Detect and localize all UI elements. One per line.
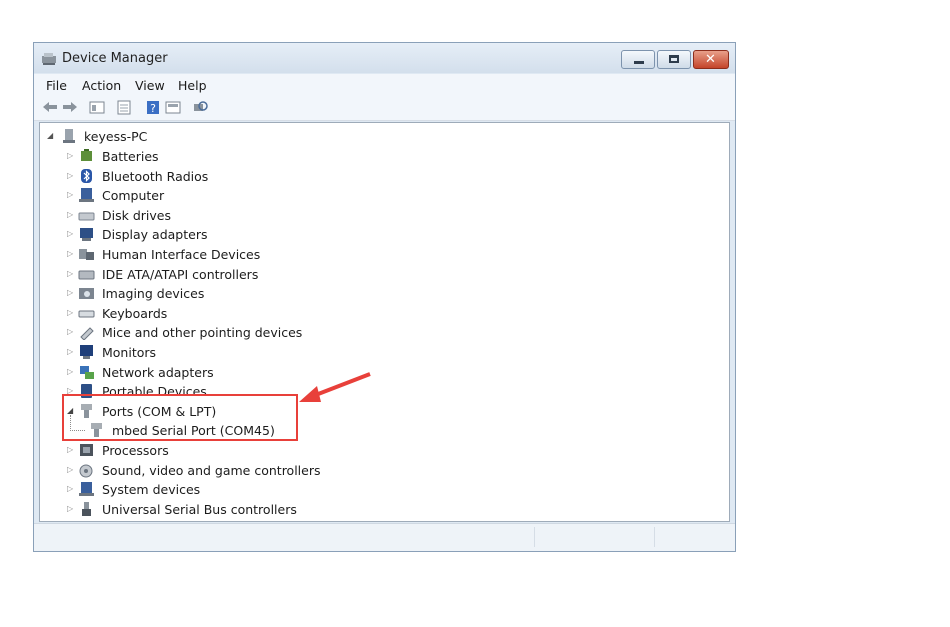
title-bar[interactable]: Device Manager xyxy=(34,43,735,73)
ide-controller-icon xyxy=(78,270,95,280)
tree-item-label: Imaging devices xyxy=(102,286,205,302)
expand-arrow-icon[interactable]: ▷ xyxy=(67,171,75,180)
computer-icon xyxy=(79,188,94,203)
system-device-icon xyxy=(79,482,94,497)
status-divider xyxy=(534,527,535,547)
tree-item-label: System devices xyxy=(102,482,201,498)
mouse-icon xyxy=(80,327,94,341)
menu-help[interactable]: Help xyxy=(178,78,207,93)
expand-arrow-icon[interactable]: ▷ xyxy=(67,308,75,317)
highlight-annotation-box xyxy=(62,394,298,441)
bluetooth-icon xyxy=(81,168,92,183)
close-button[interactable] xyxy=(693,50,729,69)
tree-item-label: Processors xyxy=(102,443,169,458)
menu-action[interactable]: Action xyxy=(82,78,121,93)
tree-item-label: Computer xyxy=(102,188,165,204)
tree-item-label: Network adapters xyxy=(102,364,214,380)
tree-item-label: Sound, video and game controllers xyxy=(102,462,321,478)
menu-bar: File Action View Help xyxy=(34,74,735,96)
tree-item-label: Bluetooth Radios xyxy=(102,168,209,184)
maximize-button[interactable] xyxy=(657,50,691,69)
expand-arrow-icon[interactable]: ▷ xyxy=(67,327,75,336)
view-icon[interactable] xyxy=(165,100,181,115)
expand-arrow-icon[interactable]: ▷ xyxy=(67,210,75,219)
tree-item-label: Universal Serial Bus controllers xyxy=(102,501,297,517)
expand-arrow-icon[interactable]: ▷ xyxy=(67,504,75,513)
status-bar xyxy=(34,523,735,551)
collapse-arrow-icon[interactable]: ◢ xyxy=(47,131,55,140)
properties-icon[interactable] xyxy=(116,100,132,115)
tree-item-label: IDE ATA/ATAPI controllers xyxy=(102,266,259,282)
menu-file[interactable]: File xyxy=(46,78,67,93)
tree-item-label: Batteries xyxy=(102,149,159,164)
device-manager-window: Device Manager File Action View Help ? ◢… xyxy=(33,42,736,552)
scan-hardware-icon[interactable] xyxy=(192,100,208,115)
toolbar: ? xyxy=(34,96,735,121)
svg-text:?: ? xyxy=(150,102,156,115)
imaging-device-icon xyxy=(79,288,94,300)
device-manager-app-icon xyxy=(42,53,56,65)
processor-icon xyxy=(80,444,93,456)
menu-view[interactable]: View xyxy=(135,78,165,93)
expand-arrow-icon[interactable]: ▷ xyxy=(67,367,75,376)
device-tree[interactable]: ◢ keyess-PC ▷ Batteries ▷ Bluetooth Radios ▷… xyxy=(39,122,730,522)
tree-item-label: Disk drives xyxy=(102,207,171,223)
expand-arrow-icon[interactable]: ▷ xyxy=(67,190,75,199)
red-arrow-annotation xyxy=(299,372,371,402)
tree-item-label: Display adapters xyxy=(102,227,208,243)
battery-icon xyxy=(81,149,92,161)
disk-drive-icon xyxy=(78,212,95,221)
root-label: keyess-PC xyxy=(84,129,148,144)
back-arrow-icon[interactable] xyxy=(42,100,58,115)
expand-arrow-icon[interactable]: ▷ xyxy=(67,445,75,454)
expand-arrow-icon[interactable]: ▷ xyxy=(67,269,75,278)
tree-item-label: Human Interface Devices xyxy=(102,247,261,262)
hid-icon xyxy=(79,249,94,260)
expand-arrow-icon[interactable]: ▷ xyxy=(67,249,75,258)
window-title: Device Manager xyxy=(62,51,168,66)
display-adapter-icon xyxy=(80,228,93,242)
expand-arrow-icon[interactable]: ▷ xyxy=(67,151,75,160)
tree-item-label: Monitors xyxy=(102,345,157,360)
tree-item-label: Mice and other pointing devices xyxy=(102,325,303,341)
expand-arrow-icon[interactable]: ▷ xyxy=(67,465,75,474)
keyboard-icon xyxy=(78,310,95,318)
forward-arrow-icon[interactable] xyxy=(62,100,78,115)
status-divider xyxy=(654,527,655,547)
expand-arrow-icon[interactable]: ▷ xyxy=(67,347,75,356)
expand-arrow-icon[interactable]: ▷ xyxy=(67,229,75,238)
network-adapter-icon xyxy=(80,365,94,379)
computer-root-icon xyxy=(63,129,75,143)
monitor-icon xyxy=(80,345,93,359)
sound-icon xyxy=(79,464,93,478)
expand-arrow-icon[interactable]: ▷ xyxy=(67,288,75,297)
tree-item-label: Keyboards xyxy=(102,305,168,321)
minimize-button[interactable] xyxy=(621,50,655,69)
help-icon[interactable]: ? xyxy=(145,100,161,115)
show-hide-tree-icon[interactable] xyxy=(89,100,105,115)
expand-arrow-icon[interactable]: ▷ xyxy=(67,484,75,493)
usb-icon xyxy=(82,501,91,516)
